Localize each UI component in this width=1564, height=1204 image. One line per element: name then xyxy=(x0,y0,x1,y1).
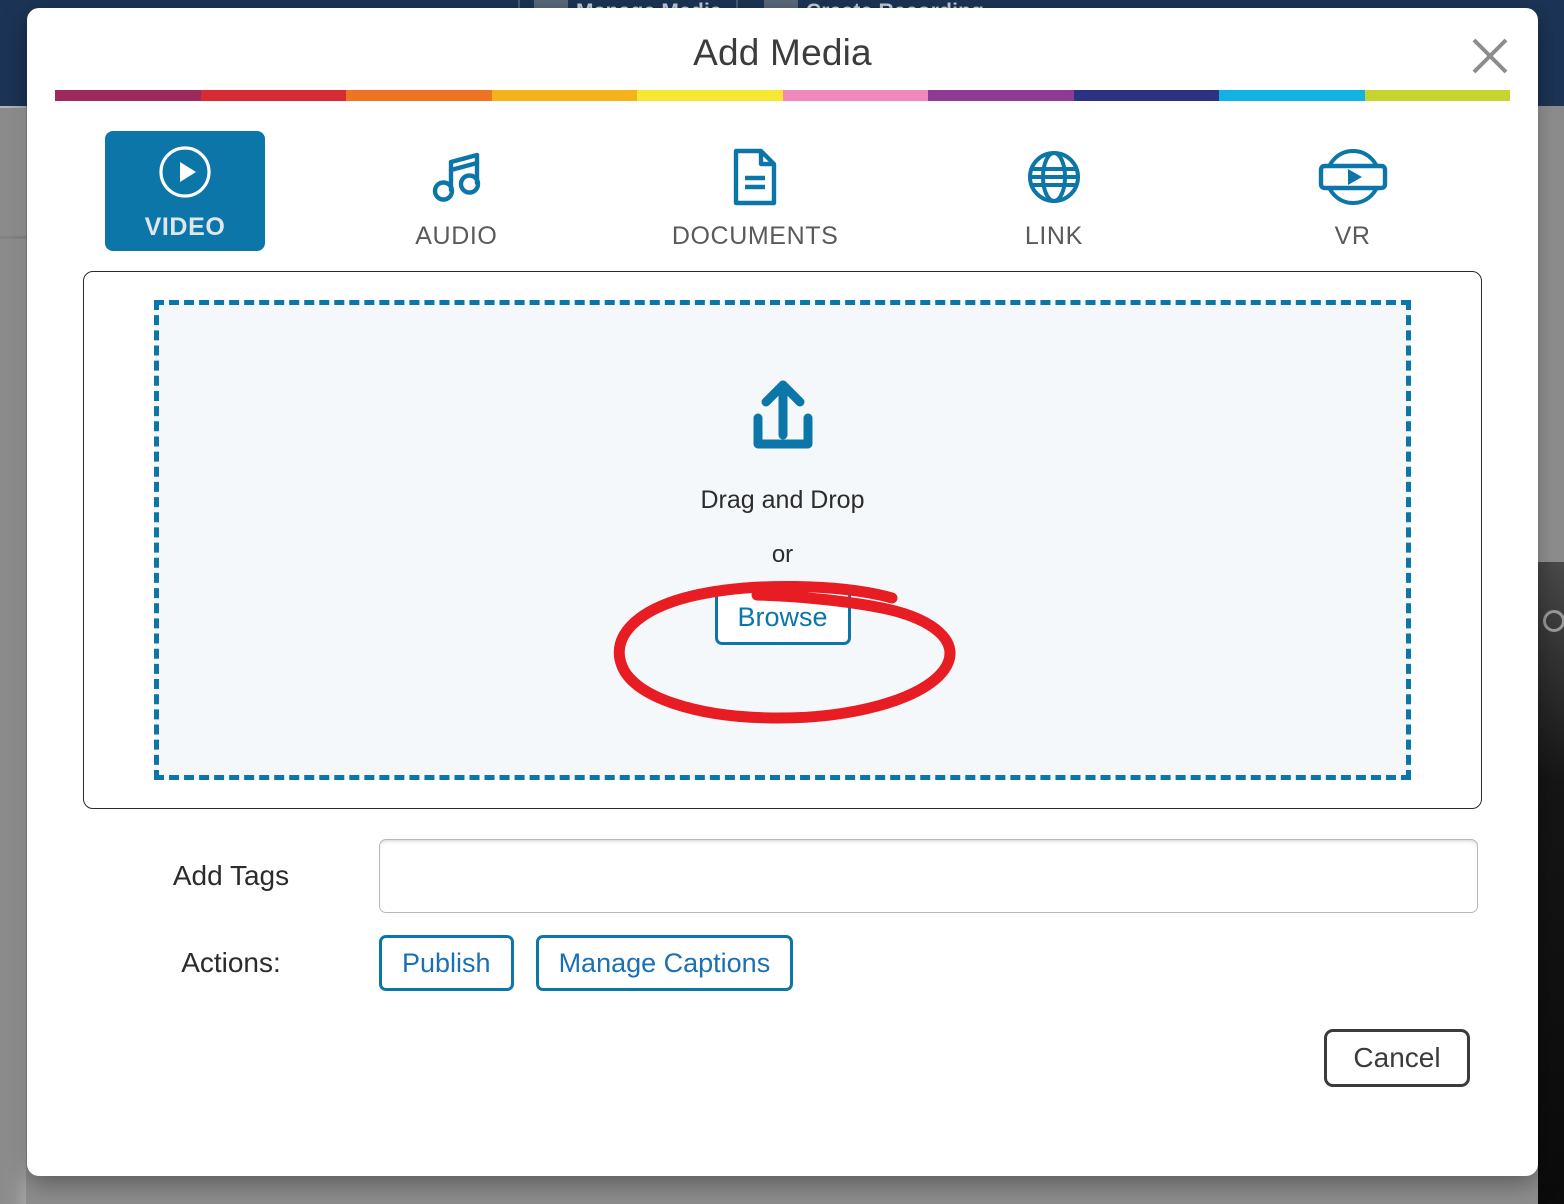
accent-bar-segment-0 xyxy=(55,90,201,101)
tab-link[interactable]: LINK xyxy=(905,131,1204,251)
manage-captions-button[interactable]: Manage Captions xyxy=(535,935,794,991)
browse-button[interactable]: Browse xyxy=(714,589,851,645)
or-text: or xyxy=(771,541,794,568)
add-media-modal: Add Media VIDEO AUDIO DOCUMENTS LINK VR … xyxy=(27,8,1538,1176)
upload-card: Drag and Drop or Browse xyxy=(83,271,1482,809)
accent-bar-segment-3 xyxy=(491,90,637,101)
background-right-strip xyxy=(1538,106,1564,562)
tab-label-audio: AUDIO xyxy=(415,222,498,250)
background-left-seam xyxy=(0,106,26,108)
add-tags-label: Add Tags xyxy=(172,860,290,891)
document-page-icon xyxy=(727,146,783,208)
actions-label: Actions: xyxy=(181,947,281,978)
tab-video[interactable]: VIDEO xyxy=(105,131,265,251)
accent-bar-segment-7 xyxy=(1073,90,1219,101)
accent-bar-segment-1 xyxy=(200,90,346,101)
accent-bar-segment-9 xyxy=(1364,90,1510,101)
publish-button[interactable]: Publish xyxy=(379,935,514,991)
globe-icon xyxy=(1025,146,1083,208)
video-play-circle-icon xyxy=(156,141,214,203)
tab-label-documents: DOCUMENTS xyxy=(671,222,839,250)
tab-documents[interactable]: DOCUMENTS xyxy=(606,131,905,251)
accent-bar-segment-4 xyxy=(637,90,783,101)
add-tags-input[interactable] xyxy=(379,839,1478,913)
add-tags-row: Add Tags xyxy=(83,839,1482,913)
actions-row: Actions: Publish Manage Captions xyxy=(83,935,1482,991)
accent-bar-segment-8 xyxy=(1219,90,1365,101)
close-icon[interactable] xyxy=(1464,30,1516,82)
modal-footer: Cancel xyxy=(27,1013,1538,1087)
accent-bar-segment-2 xyxy=(346,90,492,101)
drag-and-drop-text: Drag and Drop xyxy=(700,486,865,514)
accent-bar-segment-6 xyxy=(928,90,1074,101)
tab-label-video: VIDEO xyxy=(144,212,226,241)
tab-label-link: LINK xyxy=(1024,222,1083,250)
cancel-button[interactable]: Cancel xyxy=(1324,1029,1470,1087)
form-area: Add Tags Actions: Publish Manage Caption… xyxy=(27,809,1538,991)
accent-color-bar xyxy=(27,90,1538,101)
upload-arrow-tray-icon xyxy=(744,377,822,460)
page-title: Add Media xyxy=(693,32,872,73)
tab-vr[interactable]: VR xyxy=(1203,131,1502,251)
file-drop-zone[interactable]: Drag and Drop or Browse xyxy=(154,300,1411,780)
tab-label-vr: VR xyxy=(1334,222,1371,250)
music-note-icon xyxy=(425,146,487,208)
vr-headset-play-icon xyxy=(1312,146,1394,208)
media-type-tabs: VIDEO AUDIO DOCUMENTS LINK VR xyxy=(27,101,1538,251)
background-left-seam-2 xyxy=(0,236,26,239)
background-right-dark-panel xyxy=(1538,562,1564,1204)
tab-audio[interactable]: AUDIO xyxy=(307,131,606,251)
modal-header: Add Media xyxy=(27,8,1538,90)
background-left-strip xyxy=(0,106,26,1204)
background-circle-icon xyxy=(1543,610,1564,632)
accent-bar-segment-5 xyxy=(782,90,928,101)
